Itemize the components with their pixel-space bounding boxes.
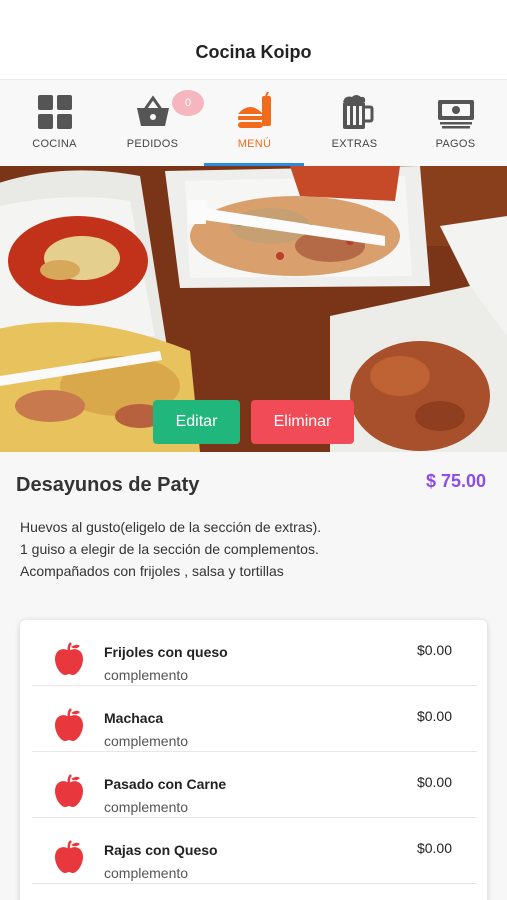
grid-icon: [37, 95, 72, 129]
apple-icon: [55, 774, 83, 807]
basket-icon: [136, 95, 169, 126]
product-price: $ 75.00: [425, 471, 486, 491]
item-name: Pasado con Carne: [104, 776, 227, 792]
delete-button[interactable]: Eliminar: [251, 400, 354, 444]
complements-list: Frijoles con queso complemento $0.00 Mac…: [20, 620, 487, 900]
burger-drink-icon: [237, 92, 271, 128]
item-type: complemento: [104, 733, 189, 749]
description-line: Acompañados con frijoles , salsa y torti…: [20, 563, 284, 579]
product-name: Desayunos de Paty: [16, 474, 200, 496]
item-price: $0.00: [416, 774, 452, 790]
page-title: Cocina Koipo: [195, 42, 312, 62]
app-header: Cocina Koipo: [0, 0, 507, 80]
tab-label: MENÚ: [237, 138, 272, 150]
edit-button[interactable]: Editar: [153, 400, 240, 444]
apple-icon: [55, 642, 83, 675]
beer-mug-icon: [342, 95, 373, 129]
tab-bar: COCINA PEDIDOS MENÚ EXTRAS PAGOS: [0, 80, 507, 166]
description-line: Huevos al gusto(eligelo de la sección de…: [20, 519, 322, 535]
tab-cocina[interactable]: COCINA: [4, 80, 105, 166]
item-price: $0.00: [416, 642, 452, 658]
apple-icon: [55, 708, 83, 741]
tab-label: PAGOS: [435, 138, 476, 150]
list-item[interactable]: Frijoles con queso complemento $0.00: [20, 620, 487, 686]
item-type: complemento: [104, 667, 189, 683]
tab-label: COCINA: [32, 138, 77, 150]
tab-pagos[interactable]: PAGOS: [405, 80, 506, 166]
tab-label: PEDIDOS: [126, 138, 179, 150]
apple-icon: [55, 840, 83, 873]
orders-count-badge: 0: [172, 90, 204, 116]
item-name: Machaca: [104, 710, 164, 726]
money-icon: [437, 100, 474, 129]
item-price: $0.00: [416, 840, 452, 856]
item-name: Frijoles con queso: [104, 644, 228, 660]
item-price: $0.00: [416, 708, 452, 724]
item-name: Rajas con Queso: [104, 842, 218, 858]
list-item[interactable]: Rajas con Queso complemento $0.00: [20, 818, 487, 884]
list-item[interactable]: Pasado con Carne complemento $0.00: [20, 752, 487, 818]
tab-label: EXTRAS: [331, 138, 378, 150]
description-line: 1 guiso a elegir de la sección de comple…: [20, 541, 319, 557]
list-item[interactable]: Machaca complemento $0.00: [20, 686, 487, 752]
item-type: complemento: [104, 865, 189, 881]
tab-menu[interactable]: MENÚ: [204, 80, 305, 166]
divider: [32, 883, 477, 884]
item-type: complemento: [104, 799, 189, 815]
product-description: Huevos al gusto(eligelo de la sección de…: [20, 516, 490, 582]
tab-extras[interactable]: EXTRAS: [304, 80, 405, 166]
